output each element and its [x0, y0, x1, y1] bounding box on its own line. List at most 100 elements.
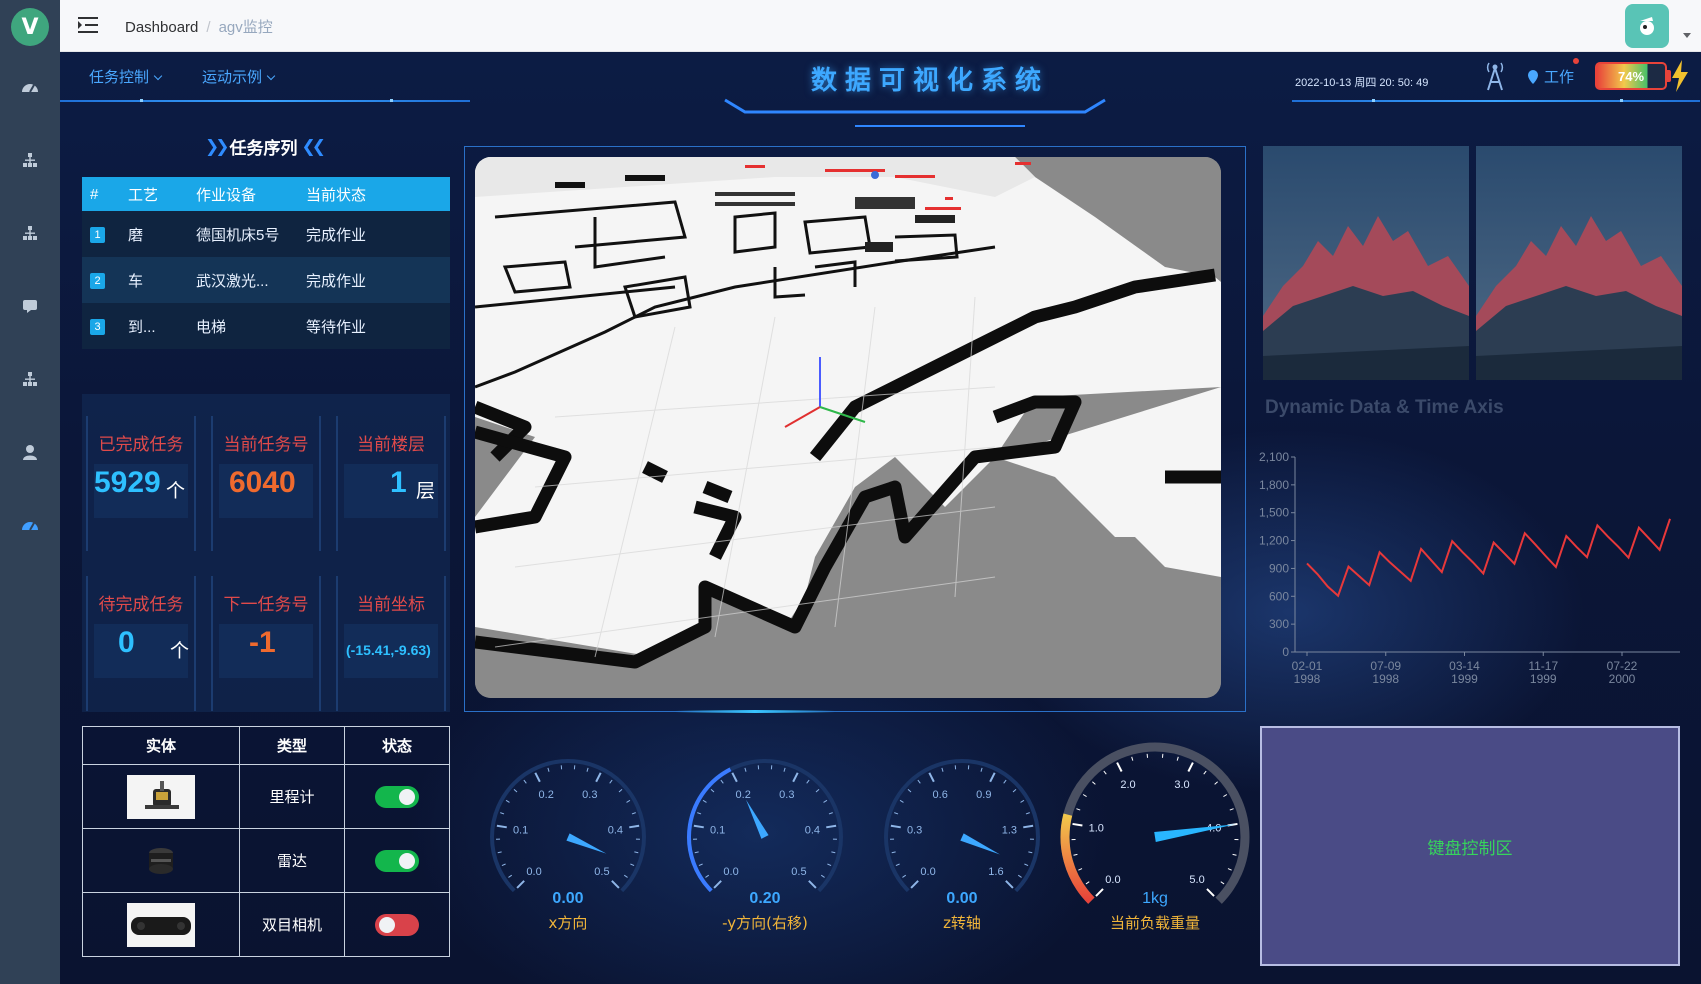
stat-unit: 层 — [416, 480, 436, 502]
location-pin-icon — [1528, 69, 1538, 84]
row-index-cell: 1 — [82, 211, 120, 257]
signal-tower-icon — [1486, 62, 1504, 91]
status-dot — [1573, 58, 1579, 64]
gauge-tick-label: 0.0 — [526, 866, 541, 878]
y-tick-label: 600 — [1269, 589, 1289, 603]
gauge-minor-tick — [501, 863, 506, 867]
gauge-needle — [960, 833, 1000, 855]
gauge-minor-tick — [702, 799, 707, 803]
divider-dot — [1620, 99, 1623, 102]
entity-status-cell — [344, 764, 450, 829]
logo[interactable]: V — [11, 8, 49, 46]
divider-dot — [390, 99, 393, 102]
table-row[interactable]: 2 车 武汉激光... 完成作业 — [82, 257, 450, 303]
gauge-minor-tick — [907, 789, 912, 793]
tree-icon[interactable] — [20, 369, 40, 389]
gauge-minor-tick — [1003, 779, 1007, 784]
series-line — [1306, 518, 1671, 598]
stat-label: 当前楼层 — [357, 435, 425, 455]
gauge-label: 当前负载重量 — [1109, 914, 1200, 932]
toggle-knob — [379, 916, 395, 933]
chevron-down-icon[interactable] — [1683, 33, 1691, 38]
column-header: 类型 — [239, 726, 345, 765]
table-row[interactable]: 1 磨 德国机床5号 完成作业 — [82, 211, 450, 257]
gauge-label: z转轴 — [943, 914, 981, 932]
entity-status-cell — [344, 892, 450, 957]
tree-icon[interactable] — [20, 150, 40, 170]
gauge-minor-tick — [1203, 770, 1207, 775]
task-table: # 工艺 作业设备 当前状态 1 磨 德国机床5号 完成作业 2 车 武汉激光.… — [82, 177, 450, 349]
dashboard-stage: 任务控制 运动示例 数据可视化系统 2022-10-13 周四 20: 50: … — [60, 52, 1701, 984]
stat-label: 当前坐标 — [357, 595, 425, 615]
gauge-minor-tick — [891, 851, 896, 854]
gauge-major-tick — [1187, 762, 1194, 772]
gauge-tick-label: 1.3 — [1002, 824, 1017, 836]
stat-unit: 个 — [170, 640, 190, 662]
stats-panel: 已完成任务 5929 个 当前任务号 6040 当前楼层 1 层 待完成任务 0… — [82, 394, 450, 712]
gauge-major-tick — [1072, 822, 1083, 827]
menu-task-control[interactable]: 任务控制 — [89, 66, 163, 87]
gauge-minor-tick — [1232, 853, 1237, 856]
gauge-minor-tick — [783, 767, 786, 772]
hamburger-icon[interactable] — [78, 16, 98, 34]
gauge-minor-tick — [1223, 794, 1228, 797]
tree-icon[interactable] — [20, 223, 40, 243]
occupancy-map — [475, 157, 1221, 698]
breadcrumb: Dashboard / agv监控 — [125, 16, 273, 37]
gauge-minor-tick — [1085, 881, 1090, 885]
gauge-tick-label: 0.9 — [976, 789, 991, 801]
menu-motion-demo[interactable]: 运动示例 — [202, 66, 276, 87]
odometer-toggle[interactable] — [375, 785, 419, 808]
dashboard-icon[interactable] — [20, 76, 40, 96]
row-index-badge: 3 — [90, 319, 105, 335]
keyboard-control-area[interactable]: 键盘控制区 — [1260, 726, 1680, 966]
y-tick-label: 900 — [1269, 561, 1289, 575]
message-icon[interactable] — [20, 296, 40, 316]
breadcrumb-separator: / — [206, 19, 211, 36]
gauge-needle — [1154, 824, 1236, 842]
gauge-minor-tick — [1078, 868, 1083, 871]
divider-dot — [140, 99, 143, 102]
gauge-minor-tick — [899, 799, 904, 803]
gauge-major-tick — [516, 880, 525, 889]
gauge-minor-tick — [902, 874, 907, 878]
entity-type-cell: 雷达 — [239, 828, 345, 893]
y-tick-label: 2,100 — [1259, 450, 1289, 464]
gauge-tick-label: 3.0 — [1174, 779, 1189, 791]
battery-tip — [1667, 70, 1671, 82]
gauge-minor-tick — [823, 799, 828, 803]
y-tick-label: 300 — [1269, 617, 1289, 631]
map-viewport-frame — [464, 146, 1246, 712]
gauge-minor-tick — [634, 851, 639, 854]
menu-task-control-label: 任务控制 — [89, 69, 150, 86]
dashboard-icon-active[interactable] — [20, 514, 40, 534]
title-underline — [724, 98, 1106, 127]
column-header: 状态 — [344, 726, 450, 765]
lidar-toggle[interactable] — [375, 849, 419, 872]
gauge-tick-label: 0.2 — [539, 789, 554, 801]
avatar[interactable] — [1625, 4, 1669, 48]
gauge-major-tick — [1023, 824, 1034, 829]
breadcrumb-home[interactable]: Dashboard — [125, 19, 198, 36]
gauge-minor-tick — [806, 779, 810, 784]
gauge-major-tick — [731, 772, 738, 783]
user-icon[interactable] — [20, 442, 40, 462]
y-tick-label: 1,200 — [1259, 534, 1289, 548]
column-header: 当前状态 — [298, 177, 450, 211]
gauge-value: 0.20 — [749, 890, 781, 907]
stat-coordinate: 当前坐标 (-15.41,-9.63) — [336, 576, 446, 711]
table-row[interactable]: 3 到... 电梯 等待作业 — [82, 303, 450, 349]
stereo-camera-toggle[interactable] — [375, 913, 419, 936]
gauge-minor-tick — [895, 863, 900, 867]
gauge-minor-tick — [980, 767, 983, 772]
gauge-minor-tick — [1220, 881, 1225, 885]
gauge-minor-tick — [1229, 808, 1234, 811]
gauge-label: -y方向(右移) — [722, 914, 808, 932]
gauge-tick-label: 0.0 — [1105, 874, 1120, 886]
y-tick-label: 0 — [1282, 645, 1289, 659]
header-divider-right — [1292, 100, 1700, 102]
y-tick-label: 1,800 — [1259, 478, 1289, 492]
gauge-minor-tick — [694, 851, 699, 854]
map-viewport[interactable] — [475, 157, 1221, 698]
x-tick-label: 11-17 1999 — [1528, 659, 1558, 686]
